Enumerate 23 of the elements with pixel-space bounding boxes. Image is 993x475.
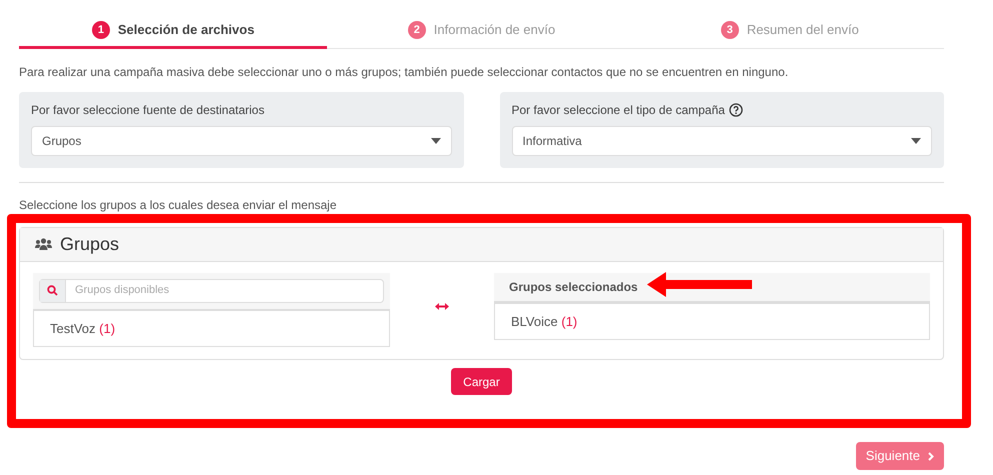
intro-text: Para realizar una campaña masiva debe seleccionar uno o más grupos; también puede seleccionar contactos que no se encuentren en ninguno. bbox=[19, 64, 790, 80]
step-number: 1 bbox=[92, 20, 110, 39]
caret-down-icon bbox=[430, 138, 440, 144]
chevron-right-icon bbox=[928, 452, 934, 460]
search-icon bbox=[47, 285, 58, 296]
step-tab[interactable]: 1 Selección de archivos bbox=[19, 20, 328, 48]
swap-arrows-icon bbox=[435, 302, 449, 310]
select-field[interactable]: Informativa bbox=[512, 126, 932, 156]
help-icon bbox=[728, 102, 743, 116]
caret-down-icon bbox=[911, 138, 921, 144]
step-number: 3 bbox=[720, 20, 739, 39]
select-field[interactable]: Grupos bbox=[31, 126, 452, 156]
users-icon bbox=[35, 238, 52, 250]
select-label: Por favor seleccione el tipo de campaña bbox=[512, 102, 725, 118]
step-number: 2 bbox=[408, 20, 426, 39]
select-label: Por favor seleccione fuente de destinatarios bbox=[31, 102, 264, 118]
group-item[interactable]: BLVoice (1) bbox=[494, 302, 930, 340]
group-item[interactable]: TestVoz (1) bbox=[33, 310, 390, 347]
load-button[interactable]: Cargar bbox=[451, 368, 512, 395]
groups-prompt: Seleccione los grupos a los cuales desea enviar el mensaje bbox=[19, 196, 338, 214]
card-title: Grupos bbox=[60, 232, 120, 256]
search-field[interactable]: Grupos disponibles bbox=[39, 278, 384, 302]
list-title: Grupos seleccionados bbox=[509, 278, 638, 296]
